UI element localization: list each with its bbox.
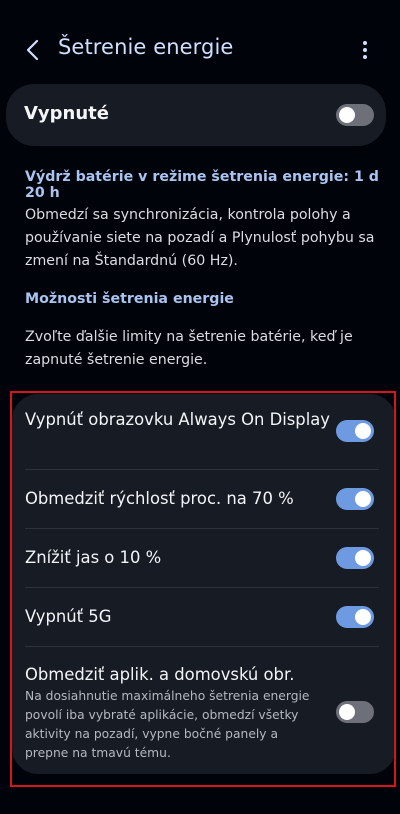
back-button[interactable] [20, 36, 46, 64]
brightness-toggle[interactable] [336, 547, 374, 569]
battery-estimate-text: Výdrž batérie v režime šetrenia energie:… [25, 169, 379, 201]
power-saving-description: Obmedzí sa synchronizácia, kontrola polo… [25, 207, 375, 269]
more-options-button[interactable] [354, 38, 376, 62]
master-toggle[interactable] [336, 104, 374, 126]
option-brightness[interactable]: Znížiť jas o 10 % [12, 529, 396, 587]
master-switch-label: Vypnuté [24, 103, 109, 124]
app-bar: Šetrenie energie [0, 28, 400, 72]
option-disable-5g[interactable]: Vypnúť 5G [12, 588, 396, 646]
option-cpu-limit[interactable]: Obmedziť rýchlosť proc. na 70 % [12, 470, 396, 528]
option-always-on-display[interactable]: Vypnúť obrazovku Always On Display [12, 394, 396, 469]
power-saving-master-row[interactable]: Vypnuté [6, 84, 386, 146]
option-label: Obmedziť rýchlosť proc. na 70 % [25, 489, 294, 508]
chevron-left-icon [26, 39, 39, 61]
limit-apps-toggle[interactable] [336, 701, 374, 723]
option-label: Obmedziť aplik. a domovskú obr. [25, 665, 295, 684]
option-description: Na dosiahnutie maximálneho šetrenia ener… [25, 689, 310, 760]
5g-toggle[interactable] [336, 606, 374, 628]
more-vertical-icon [363, 41, 367, 45]
aod-toggle[interactable] [336, 420, 374, 442]
options-description: Zvoľte ďalšie limity na šetrenie batérie… [25, 329, 353, 368]
power-saving-options-link[interactable]: Možnosti šetrenia energie [25, 291, 234, 307]
page-title: Šetrenie energie [58, 35, 234, 59]
cpu-limit-toggle[interactable] [336, 488, 374, 510]
option-label: Znížiť jas o 10 % [25, 548, 162, 567]
options-list: Vypnúť obrazovku Always On Display Obmed… [12, 394, 396, 774]
option-label: Vypnúť 5G [25, 607, 112, 626]
option-label: Vypnúť obrazovku Always On Display [25, 410, 331, 429]
option-limit-apps[interactable]: Obmedziť aplik. a domovskú obr. Na dosia… [12, 647, 396, 774]
